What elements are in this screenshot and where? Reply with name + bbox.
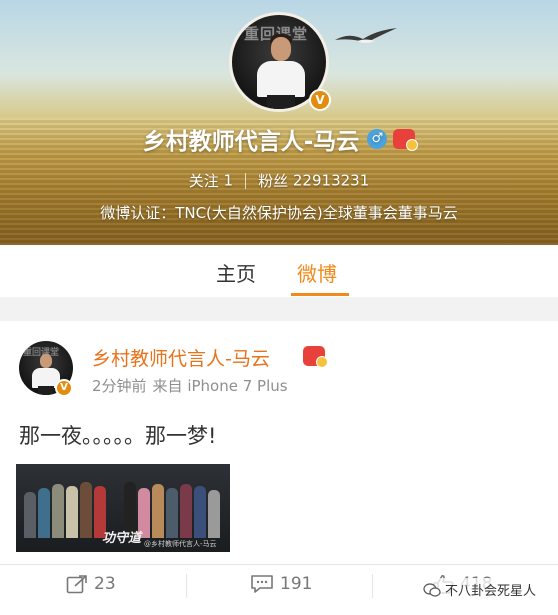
profile-tabs: 主页 微博 [0, 245, 558, 297]
fans-count: 22913231 [292, 171, 370, 190]
post-meta: 2分钟前 来自 iPhone 7 Plus [92, 375, 288, 396]
comment-icon [251, 575, 273, 593]
post-author-name[interactable]: 乡村教师代言人-马云 [92, 344, 270, 371]
tab-weibo[interactable]: 微博 [297, 258, 337, 287]
profile-banner: 重回课堂 V 乡村教师代言人-马云♂ 关注 1粉丝 22913231 微博认证：… [0, 0, 558, 245]
wechat-icon [423, 582, 441, 597]
post-image-watermark: @乡村教师代言人-马云 [144, 540, 217, 548]
source-watermark: 不八卦会死星人 [420, 578, 540, 601]
verification-text: 微博认证：TNC(大自然保护协会)全球董事会董事马云 [100, 204, 458, 222]
verified-v-icon: V [309, 89, 331, 111]
weibo-post: 重回课堂 V 乡村教师代言人-马云 2分钟前 来自 iPhone 7 Plus 那… [0, 321, 558, 615]
verified-v-icon: V [55, 379, 73, 397]
post-text: 那一夜。。。。。那一梦! [19, 424, 217, 448]
repost-button[interactable]: 23 [66, 574, 116, 594]
member-icon[interactable] [393, 129, 419, 151]
section-divider [0, 297, 558, 321]
comment-button[interactable]: 191 [250, 574, 312, 594]
member-icon[interactable] [303, 346, 328, 368]
repost-icon [66, 575, 87, 594]
stat-divider [245, 172, 247, 189]
seagull-image [335, 28, 397, 43]
profile-stats: 关注 1 粉丝 22913231 [0, 170, 558, 191]
post-source: 来自 iPhone 7 Plus [152, 377, 288, 395]
post-time: 2分钟前 [92, 377, 147, 395]
tab-home[interactable]: 主页 [216, 258, 256, 287]
follow-count: 1 [223, 171, 234, 190]
repost-count: 23 [94, 574, 116, 594]
comment-count: 191 [280, 574, 313, 594]
fans-stat[interactable]: 粉丝 22913231 [258, 171, 370, 191]
active-tab-indicator [291, 293, 349, 296]
male-icon: ♂ [367, 129, 388, 149]
profile-name-row: 乡村教师代言人-马云 ♂ [0, 122, 558, 156]
profile-name: 乡村教师代言人-马云 [142, 129, 360, 155]
post-image[interactable]: 功守道 @乡村教师代言人-马云 [16, 464, 230, 552]
follow-stat[interactable]: 关注 1 [189, 171, 234, 191]
post-image-title: 功守道 [102, 531, 142, 546]
